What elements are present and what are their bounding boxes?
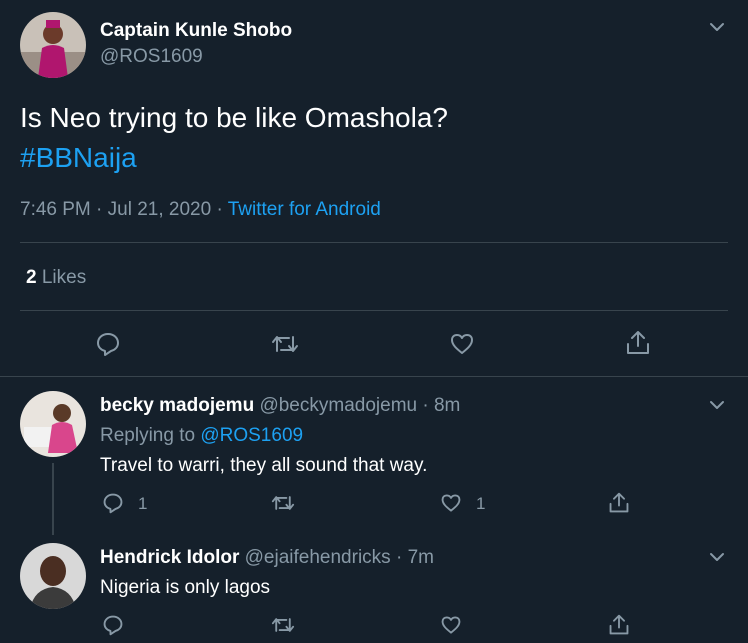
reply-text: Nigeria is only lagos xyxy=(100,577,271,598)
reply-age[interactable]: 7m xyxy=(408,547,434,568)
replying-to: Replying to @ROS1609 xyxy=(100,425,303,447)
like-count: 1 xyxy=(476,494,486,513)
thread-line xyxy=(52,463,54,535)
like-icon[interactable] xyxy=(440,614,462,636)
chevron-down-icon[interactable] xyxy=(708,18,726,36)
avatar[interactable] xyxy=(20,12,86,78)
divider xyxy=(20,310,728,311)
retweet-icon[interactable] xyxy=(271,492,295,514)
reply-header: Hendrick Idolor @ejaifehendricks · 7m xyxy=(100,547,434,569)
author-name[interactable]: becky madojemu xyxy=(100,395,254,416)
tweet-time[interactable]: 7:46 PM xyxy=(20,199,91,220)
like-icon[interactable] xyxy=(449,331,475,357)
author-name[interactable]: Captain Kunle Shobo xyxy=(100,20,292,42)
likes-stat[interactable]: 2 Likes xyxy=(26,267,86,289)
replying-prefix: Replying to xyxy=(100,425,196,446)
hashtag-link[interactable]: #BBNaija xyxy=(20,142,137,174)
reply-age[interactable]: 8m xyxy=(434,395,460,416)
likes-label: Likes xyxy=(41,267,87,288)
reply-count: 1 xyxy=(138,494,148,513)
meta-separator: · xyxy=(96,199,103,220)
author-name[interactable]: Hendrick Idolor xyxy=(100,547,239,568)
reply-icon[interactable] xyxy=(102,614,124,636)
meta-separator: · xyxy=(422,395,429,416)
tweet-text: Is Neo trying to be like Omashola? xyxy=(20,102,448,133)
reply-header: becky madojemu @beckymadojemu · 8m xyxy=(100,395,460,417)
chevron-down-icon[interactable] xyxy=(708,548,726,566)
tweet-meta: 7:46 PM · Jul 21, 2020 · Twitter for And… xyxy=(20,199,381,221)
author-handle[interactable]: @beckymadojemu xyxy=(259,395,417,416)
share-icon[interactable] xyxy=(608,613,630,637)
reply-text: Travel to warri, they all sound that way… xyxy=(100,455,428,476)
replying-to-link[interactable]: @ROS1609 xyxy=(200,425,303,446)
share-icon[interactable] xyxy=(608,491,630,515)
retweet-icon[interactable] xyxy=(271,331,299,357)
chevron-down-icon[interactable] xyxy=(708,396,726,414)
avatar[interactable] xyxy=(20,391,86,457)
reply-icon[interactable] xyxy=(102,492,124,514)
author-handle[interactable]: @ROS1609 xyxy=(100,46,203,68)
retweet-icon[interactable] xyxy=(271,614,295,636)
avatar[interactable] xyxy=(20,543,86,609)
meta-separator: · xyxy=(395,547,403,568)
divider xyxy=(20,242,728,243)
author-handle[interactable]: @ejaifehendricks xyxy=(245,547,391,568)
meta-separator: · xyxy=(216,199,223,220)
tweet-source[interactable]: Twitter for Android xyxy=(228,199,381,220)
divider xyxy=(0,376,748,377)
reply-icon[interactable] xyxy=(95,331,121,357)
like-icon[interactable] xyxy=(440,492,462,514)
tweet-date[interactable]: Jul 21, 2020 xyxy=(108,199,212,220)
likes-count: 2 xyxy=(26,267,37,288)
share-icon[interactable] xyxy=(625,329,651,357)
